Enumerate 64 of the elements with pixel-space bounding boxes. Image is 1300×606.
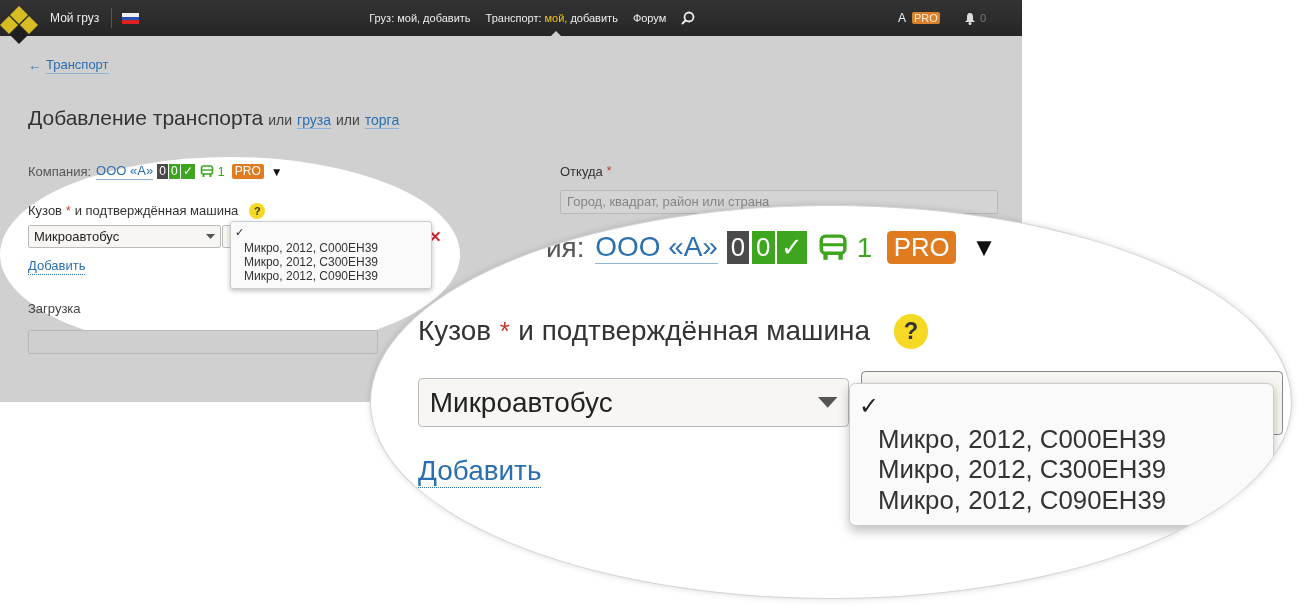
site-name[interactable]: Мой груз — [50, 11, 100, 25]
pro-badge: PRO — [912, 12, 940, 24]
nav-link[interactable]: мой, — [397, 12, 421, 24]
required-mark: * — [499, 316, 510, 346]
company-link[interactable]: ООО «А» — [96, 163, 154, 180]
dropdown-option[interactable]: Микро, 2012, С000ЕН39 — [231, 240, 392, 255]
dropdown-option[interactable]: Микро, 2012, С300ЕН39 — [850, 454, 1194, 485]
search-icon[interactable] — [681, 11, 696, 25]
title-connector: или — [336, 111, 360, 128]
nav-link[interactable]: добавить — [423, 12, 471, 24]
remove-icon[interactable] — [429, 230, 440, 242]
title-connector: или — [268, 111, 293, 128]
back-arrow: ← — [28, 58, 41, 74]
caret-icon — [205, 233, 215, 239]
vehicle-count: 1 — [856, 231, 873, 264]
nav-link[interactable]: Форум — [632, 12, 667, 24]
help-button[interactable]: ? — [893, 314, 929, 349]
required-mark: * — [606, 164, 612, 179]
caret-icon — [817, 397, 838, 408]
pro-badge: PRO — [231, 164, 264, 180]
counter-badge: 0 — [168, 164, 180, 180]
add-link[interactable]: Добавить — [418, 454, 542, 488]
dropdown-option[interactable]: Микро, 2012, С090ЕН39 — [850, 484, 1194, 515]
counter-badge: 0 — [726, 231, 750, 264]
load-field[interactable] — [28, 329, 378, 354]
page-title: Добавление транспорта — [28, 105, 264, 130]
user-name[interactable]: А — [898, 11, 907, 25]
field-label: Загрузка — [28, 300, 81, 316]
check-mark: ✓ — [234, 224, 245, 240]
field-label: и подтверждённая машина — [74, 203, 239, 219]
bus-icon — [199, 165, 214, 179]
nav-link[interactable]: добавить — [570, 12, 618, 24]
nav-label: Груз: — [369, 12, 395, 24]
body-type-select[interactable]: Микроавтобус — [28, 224, 221, 248]
dropdown-option[interactable]: Микро, 2012, С300ЕН39 — [231, 254, 392, 269]
counter-badge: 0 — [157, 164, 168, 180]
bell-icon[interactable] — [963, 11, 976, 25]
company-menu-toggle[interactable]: ▼ — [971, 233, 997, 263]
dropdown-option[interactable]: Микро, 2012, С000ЕН39 — [850, 424, 1194, 455]
body-type-select[interactable]: Микроавтобус — [418, 377, 849, 428]
active-pointer-icon — [550, 31, 561, 36]
field-label: Кузов — [418, 315, 492, 348]
dropdown-option[interactable]: Микро, 2012, С090ЕН39 — [231, 268, 392, 283]
nav-label: Транспорт: — [485, 12, 542, 24]
back-link[interactable]: Транспорт — [46, 58, 109, 74]
check-mark: ✓ — [857, 391, 880, 421]
company-menu-toggle[interactable]: ▼ — [270, 164, 283, 179]
counter-badge: ✓ — [776, 231, 808, 264]
counter-badge: 0 — [751, 231, 775, 264]
bus-icon — [818, 233, 849, 262]
company-link[interactable]: ООО «А» — [595, 231, 718, 265]
flag-icon[interactable] — [122, 12, 140, 24]
company-label: Компания: — [28, 164, 92, 180]
add-link[interactable]: Добавить — [28, 258, 86, 275]
field-label: Кузов — [28, 203, 63, 219]
notification-count: 0 — [979, 12, 986, 24]
pro-badge: PRO — [887, 231, 957, 264]
field-label: и подтверждённая машина — [518, 315, 871, 348]
field-label: Откуда — [560, 163, 603, 179]
required-mark: * — [66, 203, 71, 218]
title-link[interactable]: груза — [297, 111, 331, 129]
title-link[interactable]: торга — [364, 111, 400, 129]
vehicle-count: 1 — [217, 164, 225, 180]
nav-link[interactable]: мой, — [544, 12, 568, 24]
